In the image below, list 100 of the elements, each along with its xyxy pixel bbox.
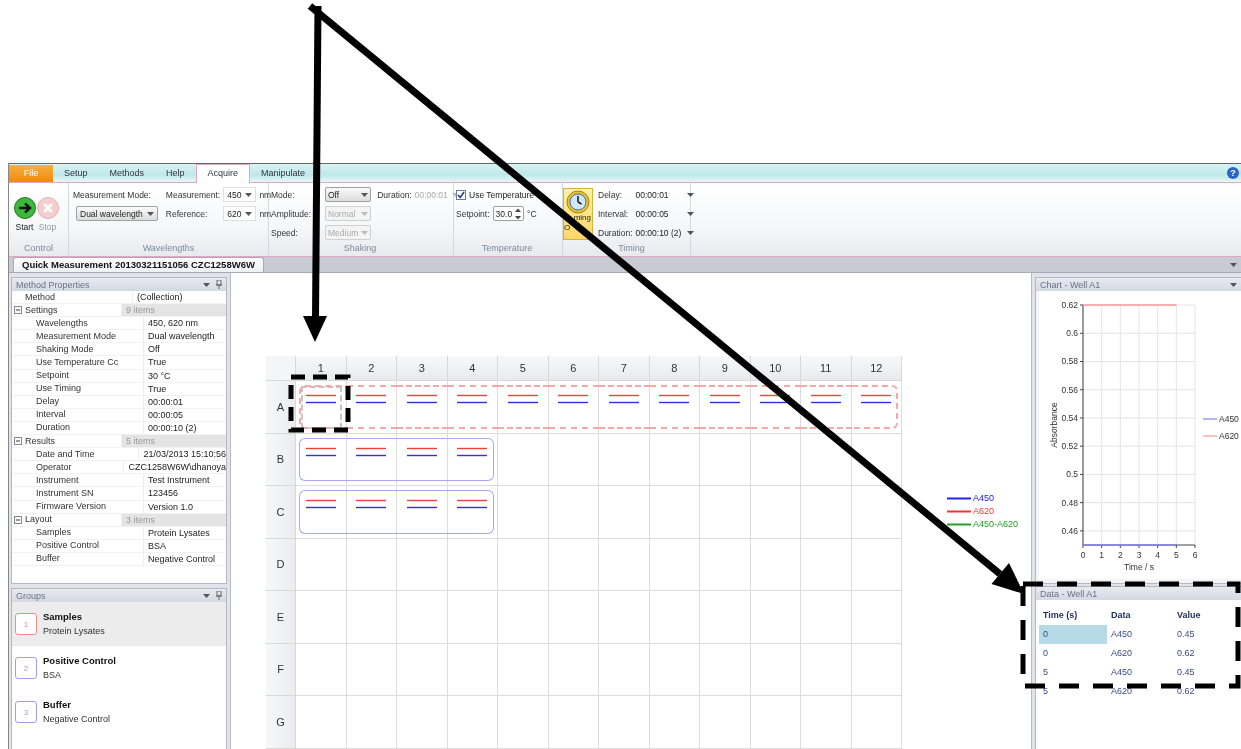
pin-icon [216, 591, 222, 600]
group-title: Buffer [43, 698, 72, 712]
property-value[interactable]: 21/03/2013 15:10:56 [139, 448, 226, 461]
ribbon-tab[interactable]: Manipulate [250, 165, 317, 182]
property-value[interactable]: 00:00:01 [144, 395, 226, 408]
legend-entry: A620 [1202, 431, 1239, 441]
property-value[interactable]: (Collection) [133, 291, 226, 304]
collapse-icon[interactable] [14, 306, 22, 315]
y-tick-label: 0.6 [1066, 328, 1078, 339]
table-cell-text: 0.62 [1176, 685, 1196, 698]
column-header[interactable]: 3 [397, 356, 448, 381]
table-cell[interactable]: 5 [1039, 663, 1107, 682]
ribbon-group-label: Temperature [480, 243, 534, 255]
caret-icon [203, 593, 210, 598]
field-label: Speed: [271, 227, 299, 238]
table-cell[interactable]: 0 [1039, 625, 1107, 644]
combo-box[interactable]: 450 [223, 187, 257, 202]
pin-icon [216, 280, 222, 289]
caret-icon [146, 211, 154, 216]
row-header[interactable]: B [266, 433, 296, 486]
combo-box[interactable]: 620 [223, 206, 257, 221]
property-value[interactable]: Off [144, 343, 226, 356]
property-value[interactable]: 00:00:10 (2) [144, 421, 226, 435]
property-value[interactable]: Test Instrument [144, 474, 226, 487]
document-tab[interactable]: Quick Measurement 20130321151056 CZC1258W6W [13, 257, 264, 272]
row-header[interactable]: F [266, 643, 296, 696]
table-cell[interactable]: 5 [1039, 682, 1107, 701]
property-name: Use Temperature Cc [36, 355, 119, 369]
caret-icon [203, 282, 210, 287]
dropdown[interactable]: Dual wavelength [76, 206, 158, 221]
column-header[interactable]: 11 [801, 356, 852, 381]
field-label: Duration: [377, 189, 412, 200]
y-tick-label: 0.46 [1061, 525, 1078, 536]
property-name: Interval [36, 408, 66, 422]
plate-well[interactable] [801, 433, 852, 486]
property-name: Measurement Mode [36, 329, 117, 343]
panel-title: Chart - Well A1 [1040, 279, 1101, 290]
row-header[interactable]: D [266, 538, 296, 591]
temperature-checkbox[interactable]: Use Temperature [456, 189, 537, 200]
property-value[interactable]: 123456 [144, 487, 226, 500]
column-header[interactable]: 12 [851, 356, 902, 381]
group-subtitle: BSA [43, 669, 62, 682]
clock-icon [566, 190, 590, 214]
collapse-icon[interactable] [14, 515, 22, 524]
property-value[interactable]: Dual wavelength [144, 330, 226, 343]
ribbon-tab[interactable]: Acquire [195, 164, 251, 183]
group-title: Samples [43, 610, 84, 624]
collapse-icon[interactable] [14, 437, 22, 446]
group-item[interactable]: 3 Buffer Negative Control [12, 690, 226, 734]
combo-box[interactable]: 00:00:05 [635, 206, 695, 221]
plate-well[interactable] [851, 486, 902, 539]
dropdown[interactable]: Off [325, 187, 372, 202]
start-button[interactable]: Start [13, 195, 36, 233]
row-header[interactable]: G [266, 696, 296, 749]
help-icon[interactable]: ? [1227, 167, 1239, 179]
y-tick-label: 0.52 [1061, 441, 1078, 452]
group-number-badge: 2 [15, 657, 37, 679]
row-header[interactable]: E [266, 591, 296, 644]
column-header[interactable]: 5 [498, 356, 549, 381]
combo-box[interactable]: 00:00:10 (2) [635, 225, 695, 240]
group-item[interactable]: 1 Samples Protein Lysates [12, 602, 226, 646]
x-tick-label: 3 [1136, 550, 1142, 560]
property-value[interactable]: BSA [144, 539, 226, 552]
caret-icon [245, 211, 253, 216]
column-header[interactable]: 2 [346, 356, 397, 381]
column-header[interactable]: Time (s) [1039, 606, 1107, 625]
column-header[interactable]: 7 [599, 356, 650, 381]
property-value[interactable]: Negative Control [144, 552, 226, 565]
group-item[interactable]: 2 Positive Control BSA [12, 646, 226, 690]
property-value[interactable]: True [144, 356, 226, 369]
field-label: Duration: [598, 227, 633, 238]
y-tick-label: 0.5 [1066, 469, 1078, 480]
panel-title: Data - Well A1 [1040, 588, 1098, 599]
property-value[interactable]: Version 1.0 [144, 500, 226, 513]
property-value[interactable]: 00:00:05 [144, 408, 226, 421]
ribbon-tab[interactable]: Methods [98, 165, 156, 182]
property-value[interactable]: Protein Lysates [144, 526, 226, 539]
property-value[interactable]: CZC1258W6W\dhanoya [124, 461, 226, 474]
y-axis-title: Absorbance [1049, 402, 1059, 448]
ribbon-tab[interactable]: Help [155, 165, 196, 182]
property-name: Delay [36, 395, 59, 409]
property-value[interactable]: 450, 620 nm [144, 317, 226, 330]
ribbon-tab[interactable]: Setup [53, 165, 99, 182]
column-header[interactable]: 6 [548, 356, 599, 381]
column-header[interactable]: 4 [447, 356, 498, 381]
row-header[interactable]: C [266, 486, 296, 539]
legend-label: A620 [973, 506, 995, 516]
column-header[interactable]: Data [1107, 606, 1173, 625]
x-tick-label: 5 [1173, 550, 1179, 560]
table-cell[interactable]: 0 [1039, 644, 1107, 663]
column-header[interactable]: 8 [649, 356, 700, 381]
caret-icon [1230, 282, 1237, 287]
property-value[interactable]: True [144, 382, 226, 395]
property-value[interactable]: 30 °C [144, 369, 226, 382]
spin-box[interactable]: 30.0 [492, 206, 525, 221]
combo-box[interactable]: 00:00:01 [635, 187, 695, 202]
row-header[interactable]: A [266, 381, 296, 434]
column-header[interactable]: Value [1173, 606, 1241, 625]
property-name: Positive Control [36, 539, 100, 553]
caret-icon [687, 192, 695, 197]
